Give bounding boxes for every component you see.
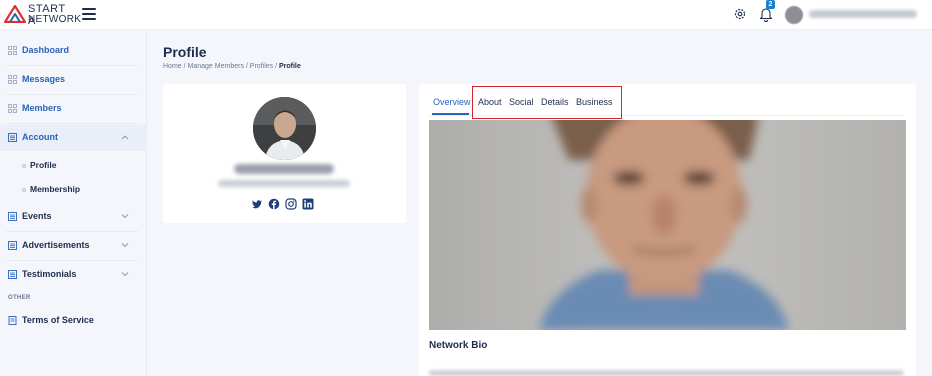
list-icon	[8, 212, 17, 221]
logo-text-line2: NETWORK	[28, 14, 82, 25]
facebook-icon[interactable]	[268, 198, 280, 210]
profile-hero-photo	[429, 120, 906, 330]
sidebar-subitem-profile[interactable]: Profile	[0, 155, 147, 177]
active-tab-indicator	[432, 113, 469, 115]
sidebar-subitem-label: Membership	[30, 184, 81, 194]
profile-title-blurred	[218, 180, 350, 187]
sidebar-item-label: Terms of Service	[22, 315, 94, 325]
sidebar-divider	[6, 260, 138, 261]
sidebar: Dashboard Messages Members Account Profi…	[0, 31, 147, 376]
profile-name-blurred	[234, 164, 334, 174]
sidebar-item-events[interactable]: Events	[0, 204, 147, 230]
sidebar-item-label: Messages	[22, 74, 66, 84]
sidebar-divider	[6, 65, 138, 66]
list-icon	[8, 241, 17, 250]
sidebar-item-testimonials[interactable]: Testimonials	[0, 262, 147, 288]
breadcrumb-home[interactable]: Home	[163, 63, 182, 70]
chevron-down-icon	[121, 214, 129, 219]
gear-icon[interactable]	[733, 7, 747, 21]
sidebar-item-members[interactable]: Members	[0, 96, 147, 122]
brand-logo[interactable]: START A NETWORK	[4, 3, 81, 27]
breadcrumb: Home / Manage Members / Profiles / Profi…	[163, 63, 301, 70]
breadcrumb-profiles[interactable]: Profiles	[250, 63, 273, 70]
network-bio-text-blurred	[429, 370, 904, 376]
user-name-blurred[interactable]	[809, 10, 917, 18]
user-avatar[interactable]	[785, 6, 803, 24]
notification-badge: 2	[766, 0, 775, 9]
sidebar-divider	[6, 231, 138, 232]
sidebar-item-label: Events	[22, 211, 52, 221]
instagram-icon[interactable]	[285, 198, 297, 210]
sidebar-item-dashboard[interactable]: Dashboard	[0, 38, 147, 64]
network-bio-heading: Network Bio	[429, 340, 488, 351]
sidebar-item-label: Advertisements	[22, 240, 90, 250]
sidebar-item-terms-of-service[interactable]: Terms of Service	[0, 308, 147, 334]
bullet-dot-icon	[22, 188, 26, 192]
list-icon	[8, 133, 17, 142]
bullet-dot-icon	[22, 164, 26, 168]
sidebar-item-messages[interactable]: Messages	[0, 67, 147, 93]
sidebar-section-label: OTHER	[8, 295, 31, 301]
document-icon	[8, 316, 17, 325]
breadcrumb-manage-members[interactable]: Manage Members	[188, 63, 244, 70]
profile-photo	[253, 97, 316, 160]
top-bar: START A NETWORK 2	[0, 0, 932, 30]
grid-icon	[8, 104, 17, 113]
linkedin-icon[interactable]	[302, 198, 314, 210]
sidebar-item-label: Account	[22, 132, 58, 142]
profile-photo-image	[253, 97, 316, 160]
breadcrumb-current: Profile	[278, 63, 301, 70]
menu-toggle-icon[interactable]	[82, 8, 96, 20]
sidebar-item-label: Dashboard	[22, 45, 70, 55]
hero-photo-image	[429, 120, 906, 330]
sidebar-divider	[6, 123, 138, 124]
sidebar-item-account[interactable]: Account	[0, 125, 147, 151]
sidebar-item-label: Members	[22, 103, 62, 113]
sidebar-divider	[6, 94, 138, 95]
sidebar-item-advertisements[interactable]: Advertisements	[0, 233, 147, 259]
chevron-up-icon	[121, 135, 129, 140]
grid-icon	[8, 75, 17, 84]
list-icon	[8, 270, 17, 279]
grid-icon	[8, 46, 17, 55]
chevron-down-icon	[121, 243, 129, 248]
sidebar-subitem-label: Profile	[30, 160, 57, 170]
logo-mark-icon	[4, 5, 26, 23]
tab-overview[interactable]: Overview	[433, 97, 471, 107]
page-title: Profile	[163, 44, 207, 60]
chevron-down-icon	[121, 272, 129, 277]
annotation-highlight-box	[472, 86, 622, 119]
sidebar-subitem-membership[interactable]: Membership	[0, 179, 147, 201]
sidebar-item-label: Testimonials	[22, 269, 77, 279]
twitter-icon[interactable]	[251, 198, 263, 210]
